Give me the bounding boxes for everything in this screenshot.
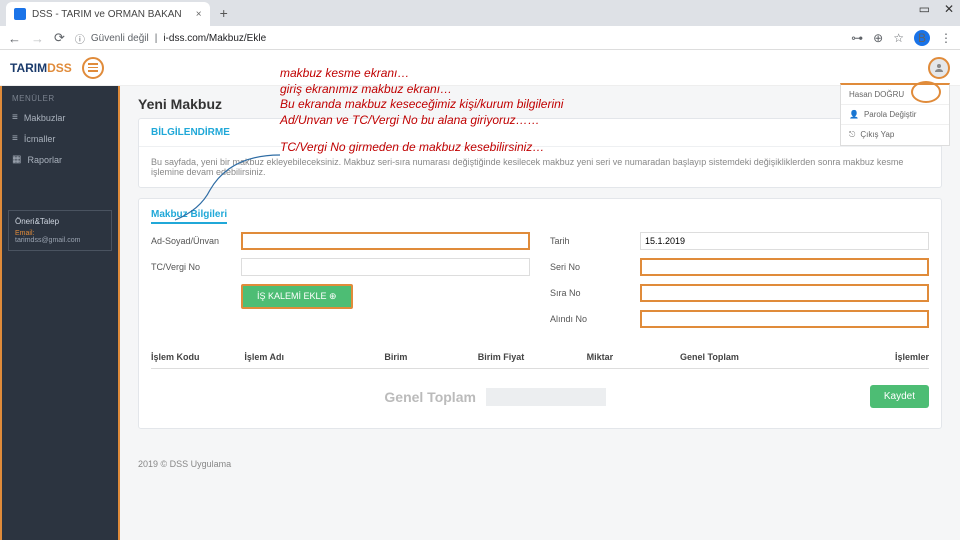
window-close-icon[interactable]: ✕	[944, 2, 954, 16]
tarih-input[interactable]	[640, 232, 929, 250]
new-tab-button[interactable]: +	[214, 5, 234, 21]
sidebar-item-makbuzlar[interactable]: ≡Makbuzlar	[2, 107, 118, 128]
seri-no-input[interactable]	[640, 258, 929, 276]
suggestion-email[interactable]: tarimdss@gmail.com	[15, 237, 105, 244]
favicon-icon	[14, 8, 26, 20]
logout-icon: ⎋	[849, 130, 855, 140]
brand-logo: TARIMDSS	[10, 61, 72, 75]
zoom-icon[interactable]: ⊕	[873, 31, 883, 45]
annotation-text: makbuz kesme ekranı… giriş ekranımız mak…	[280, 66, 563, 156]
ad-soyad-input[interactable]	[241, 232, 530, 250]
menu-logout[interactable]: ⎋Çıkış Yap	[841, 124, 949, 145]
reload-icon[interactable]: ⟳	[54, 30, 65, 46]
sira-no-input[interactable]	[640, 284, 929, 302]
user-menu: Hasan DOĞRU 👤Parola Değiştir ⎋Çıkış Yap	[840, 83, 950, 146]
list-icon: ≡	[12, 133, 18, 144]
suggestion-box: Öneri&Talep Email: tarimdss@gmail.com	[8, 210, 112, 251]
save-button[interactable]: Kaydet	[870, 385, 929, 408]
menu-change-password[interactable]: 👤Parola Değiştir	[841, 104, 949, 124]
browser-chrome: DSS - TARIM ve ORMAN BAKAN × + ← → ⟳ ⓘ G…	[0, 0, 960, 50]
tc-vergi-input[interactable]	[241, 258, 530, 276]
insecure-icon: ⓘ	[75, 31, 85, 46]
hamburger-button[interactable]	[82, 57, 104, 79]
grid-icon: ▦	[12, 154, 21, 165]
alindi-no-input[interactable]	[640, 310, 929, 328]
total-label: Genel Toplam	[384, 389, 476, 405]
sidebar: MENÜLER ≡Makbuzlar ≡İcmaller ▦Raporlar Ö…	[0, 86, 120, 540]
sidebar-item-icmaller[interactable]: ≡İcmaller	[2, 128, 118, 149]
user-icon: 👤	[849, 110, 859, 119]
address-bar[interactable]: ⓘ Güvenli değil | i-dss.com/Makbuz/Ekle	[75, 31, 841, 46]
window-max-icon[interactable]: ▭	[919, 2, 930, 16]
sidebar-header: MENÜLER	[2, 86, 118, 107]
profile-avatar[interactable]: B	[914, 30, 930, 46]
chrome-menu-icon[interactable]: ⋮	[940, 31, 952, 45]
star-icon[interactable]: ☆	[893, 31, 904, 45]
browser-tab[interactable]: DSS - TARIM ve ORMAN BAKAN ×	[6, 2, 210, 26]
annotation-arrow	[170, 150, 290, 230]
user-avatar[interactable]	[928, 57, 950, 79]
footer: 2019 © DSS Uygulama	[120, 449, 960, 479]
total-value	[486, 388, 606, 406]
tab-close-icon[interactable]: ×	[194, 9, 204, 20]
key-icon[interactable]: ⊶	[851, 31, 863, 45]
add-item-button[interactable]: İŞ KALEMİ EKLE ⊕	[241, 284, 353, 309]
forward-icon[interactable]: →	[31, 31, 44, 46]
items-table-header: İşlem Kodu İşlem Adı Birim Birim Fiyat M…	[151, 346, 929, 369]
sidebar-item-raporlar[interactable]: ▦Raporlar	[2, 149, 118, 170]
user-name: Hasan DOĞRU	[841, 85, 949, 104]
tab-title: DSS - TARIM ve ORMAN BAKAN	[32, 9, 182, 20]
back-icon[interactable]: ←	[8, 31, 21, 46]
list-icon: ≡	[12, 112, 18, 123]
